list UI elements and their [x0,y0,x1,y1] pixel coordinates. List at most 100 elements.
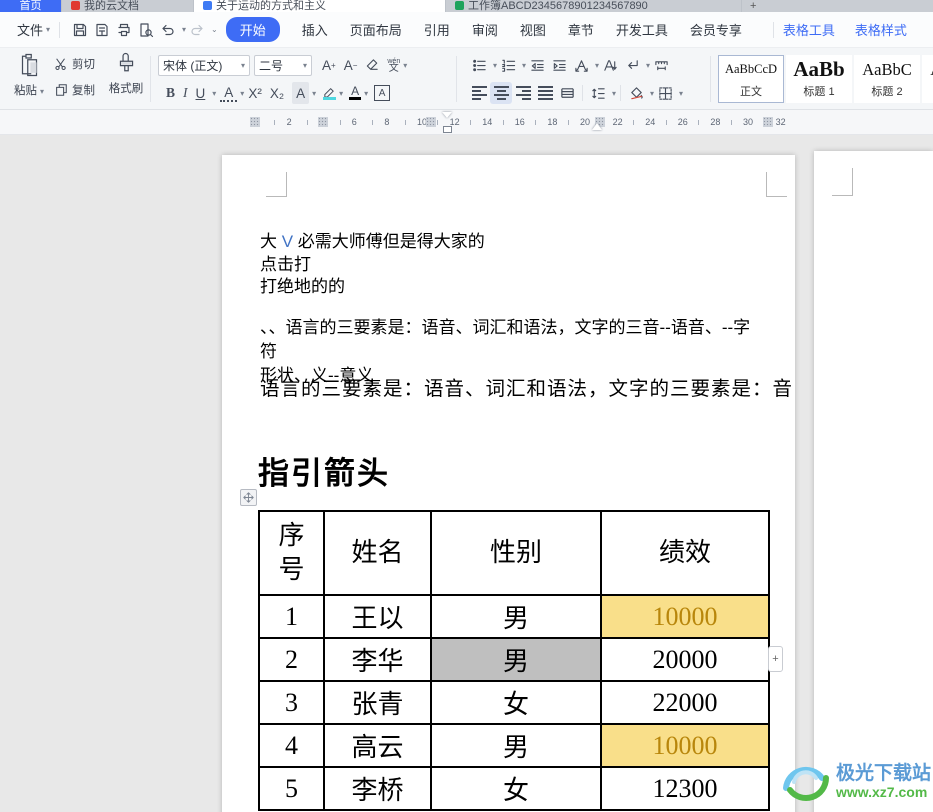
pinyin-dropdown-icon[interactable]: ▾ [403,61,407,70]
menu-tab-页面布局[interactable]: 页面布局 [350,20,402,39]
table-cell[interactable]: 男 [430,723,602,768]
line-spacing-button[interactable] [587,82,609,104]
app-tab-3[interactable]: 关于运动的方式和主义 [194,0,446,12]
table-column-marker[interactable] [763,117,774,127]
char-width-button[interactable] [650,54,672,76]
copy-button[interactable]: 复制 [54,82,95,98]
table-cell[interactable]: 3 [258,680,325,725]
increase-indent-button[interactable] [548,54,570,76]
table-header-cell[interactable]: 性别 [430,510,602,596]
context-tab-表格样式[interactable]: 表格样式 [855,20,907,39]
borders-dropdown-icon[interactable]: ▾ [679,89,683,98]
document-page-1[interactable]: 大 V 必需大师傅但是得大家的 点击打 打绝地的的 、、语言的三要素是：语音、词… [222,155,795,812]
redo-button[interactable] [186,19,208,41]
first-line-indent-marker[interactable] [442,112,453,118]
table-cell[interactable]: 10000 [600,594,770,639]
document-page-2[interactable] [814,151,933,812]
menu-tab-会员专享[interactable]: 会员专享 [690,20,742,39]
clear-format-button[interactable] [361,54,383,76]
paste-button[interactable]: 粘贴 ▾ [12,52,46,99]
italic-button[interactable]: I [179,82,192,104]
text-direction-button[interactable] [599,54,621,76]
line-spacing-dropdown-icon[interactable]: ▾ [612,89,616,98]
table-column-marker[interactable] [425,117,436,127]
style-card-body[interactable]: AaBbCcD 正文 [718,55,784,103]
table-header-cell[interactable]: 绩效 [600,510,770,596]
align-left-button[interactable] [468,82,490,104]
table-cell[interactable]: 1 [258,594,325,639]
save-button[interactable] [69,19,91,41]
ruler[interactable]: 2468101214161820222426283032 [0,110,933,135]
style-card-heading3[interactable]: AaBbC [922,55,933,103]
table-cell[interactable]: 5 [258,766,325,811]
decrease-font-button[interactable]: A − [340,54,362,76]
table-cell[interactable]: 女 [430,766,602,811]
table-cell[interactable]: 男 [430,594,602,639]
table-cell[interactable]: 12300 [600,766,770,811]
file-menu[interactable]: 文件 [17,20,43,39]
menu-tab-审阅[interactable]: 审阅 [472,20,498,39]
menu-tab-开始[interactable]: 开始 [225,17,280,42]
align-center-button[interactable] [490,82,512,104]
style-card-heading1[interactable]: AaBb 标题 1 [786,55,852,103]
table-cell[interactable]: 22000 [600,680,770,725]
menu-tab-引用[interactable]: 引用 [424,20,450,39]
bullet-list-button[interactable] [468,54,490,76]
menu-tab-章节[interactable]: 章节 [568,20,594,39]
app-tab-1[interactable]: 首页 [0,0,62,12]
table-header-cell[interactable]: 姓名 [323,510,432,596]
table-cell[interactable]: 李华 [323,637,432,682]
new-tab-button[interactable]: + [742,0,764,12]
table-move-handle[interactable] [240,489,257,506]
highlight-dropdown-icon[interactable]: ▾ [339,89,343,98]
pinyin-guide-button[interactable]: wén 文 [387,58,400,74]
align-right-button[interactable] [512,82,534,104]
context-tab-表格工具[interactable]: 表格工具 [783,20,835,39]
numbered-list-button[interactable] [497,54,519,76]
left-indent-marker[interactable] [442,126,452,133]
table-cell[interactable]: 高云 [323,723,432,768]
underline-button[interactable]: U [192,82,210,104]
distribute-button[interactable] [556,82,578,104]
char-shading-dropdown-icon[interactable]: ▾ [312,89,316,98]
borders-button[interactable] [654,82,676,104]
font-family-select[interactable]: 宋体 (正文) ▾ [158,54,250,76]
table-cell[interactable]: 2 [258,637,325,682]
highlight-color-button[interactable] [322,87,336,100]
wrap-button[interactable] [621,54,643,76]
table-cell[interactable]: 20000 [600,637,770,682]
right-indent-marker[interactable] [592,123,603,130]
undo-button[interactable] [157,19,179,41]
shading-button[interactable] [625,82,647,104]
table-column-marker[interactable] [318,117,329,127]
table-cell[interactable]: 4 [258,723,325,768]
menu-tab-开发工具[interactable]: 开发工具 [616,20,668,39]
font-size-select[interactable]: 二号 ▾ [254,54,312,76]
table-add-column-button[interactable]: + [768,646,783,672]
app-tab-4[interactable]: 工作簿ABCD2345678901234567890 [446,0,742,12]
export-button[interactable] [91,19,113,41]
menu-tab-视图[interactable]: 视图 [520,20,546,39]
justify-button[interactable] [534,82,556,104]
char-scale-button[interactable] [570,54,592,76]
chevron-down-icon[interactable]: ▾ [46,25,50,34]
table-cell[interactable]: 10000 [600,723,770,768]
table-cell[interactable]: 王以 [323,594,432,639]
underline-dropdown-icon[interactable]: ▾ [212,89,216,98]
bold-button[interactable]: B [162,82,179,104]
emphasis-mark-button[interactable]: A [220,84,238,102]
table-cell[interactable]: 女 [430,680,602,725]
table-cell[interactable]: 男 [430,637,602,682]
format-painter-button[interactable]: 格式刷 [104,52,148,97]
font-color-button[interactable]: A [349,85,362,100]
print-preview-button[interactable] [135,19,157,41]
table-cell[interactable]: 张青 [323,680,432,725]
table-header-cell[interactable]: 序号 [258,510,325,596]
app-tab-2[interactable]: 我的云文档 [62,0,194,12]
superscript-button[interactable]: X² [244,82,266,104]
subscript-button[interactable]: X₂ [266,82,288,104]
increase-font-button[interactable]: A + [318,54,340,76]
cut-button[interactable]: 剪切 [54,56,95,72]
toolbar-more-icon[interactable]: ⌄ [211,25,218,34]
char-border-button[interactable]: A [374,85,391,101]
